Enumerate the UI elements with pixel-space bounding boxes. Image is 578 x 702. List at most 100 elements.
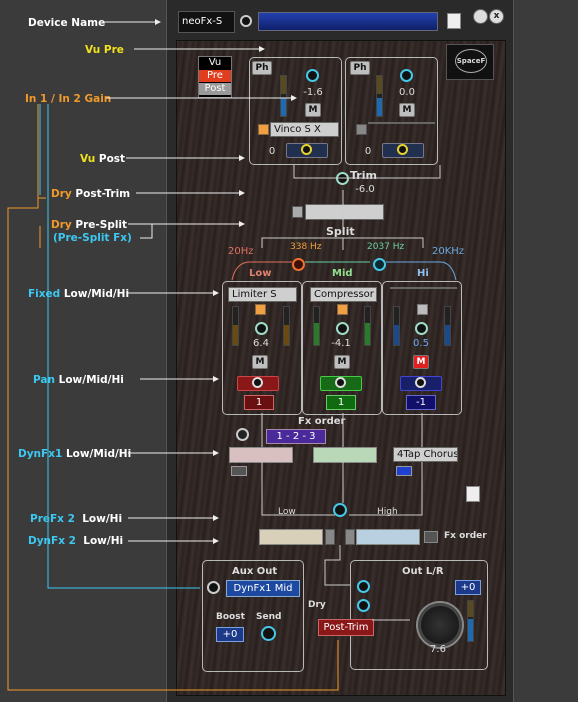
in2-mute-button[interactable]: M [399, 103, 415, 117]
in2-val: 0 [364, 146, 372, 157]
split-freq1-knob[interactable] [292, 258, 305, 271]
out-dry-post-knob[interactable] [357, 580, 370, 593]
minimize-icon[interactable] [473, 9, 488, 24]
dynfx1-low-slot[interactable] [229, 447, 293, 463]
dynfx1-low-toggle[interactable] [231, 466, 247, 476]
split-low-limit: 20Hz [228, 246, 254, 257]
in1-phase-button[interactable]: Ph [252, 61, 272, 75]
fx-order-2-label: Fx order [444, 531, 487, 541]
out-level-value: 7.6 [430, 644, 446, 655]
in1-fx-slot[interactable]: Vinco S X [270, 122, 339, 137]
notes-icon[interactable] [447, 13, 461, 29]
band-low-meter-l [232, 306, 239, 346]
aux-send-label: Send [256, 612, 282, 622]
band-hi-mute[interactable]: M [413, 355, 429, 369]
band-hi-pan-slider[interactable] [400, 376, 442, 391]
in2-gain-knob[interactable] [400, 69, 413, 82]
dynfx1-hi-toggle[interactable] [396, 466, 412, 476]
presplit-fx-toggle[interactable] [292, 206, 303, 218]
vu-label: Vu [208, 57, 222, 68]
band-mid-knob[interactable] [336, 322, 349, 335]
notes-icon-2[interactable] [466, 486, 480, 502]
band-mid-pan-slider[interactable] [320, 376, 362, 391]
in1-trim-slider[interactable] [286, 143, 328, 158]
out-boost-value[interactable]: +0 [455, 580, 481, 595]
band-low-pan-slider[interactable] [237, 376, 279, 391]
display-bar [258, 12, 438, 31]
aux-boost-label: Boost [216, 612, 245, 622]
dynfx1-mid-slot[interactable] [313, 447, 377, 463]
browse-knob-icon[interactable] [240, 15, 252, 27]
out-level-knob[interactable] [418, 603, 462, 647]
band-mid-mute[interactable]: M [334, 355, 350, 369]
in2-fx-slot[interactable] [368, 122, 435, 124]
aux-source-select[interactable]: DynFx1 Mid [226, 580, 300, 597]
band-low-meter-r [283, 306, 290, 346]
out-dry-pre-knob[interactable] [357, 599, 370, 612]
fx-order-label: Fx order [298, 416, 346, 427]
band-low-fx[interactable]: Limiter S [228, 287, 297, 302]
trim-knob[interactable] [336, 172, 349, 185]
fx-order-select[interactable]: 1 - 2 - 3 [266, 429, 326, 444]
device-name-field[interactable]: neoFx-S [178, 11, 235, 33]
band-mid-label: Mid [332, 268, 353, 279]
annot-in-gain: In 1 / In 2 Gain [25, 93, 112, 105]
band-hi-fx[interactable] [390, 287, 457, 289]
trim-label: Trim [350, 169, 377, 182]
in2-fx-toggle[interactable] [356, 124, 367, 135]
band-hi-pan-value[interactable]: -1 [406, 395, 436, 410]
vu-selector[interactable]: Vu Pre Post [198, 56, 232, 98]
band-low-knob[interactable] [255, 322, 268, 335]
aux-send-knob[interactable] [261, 626, 276, 641]
in2-phase-button[interactable]: Ph [350, 61, 370, 75]
logo: SpaceF [446, 44, 494, 80]
in1-gain-value: -1.6 [303, 87, 323, 98]
band-mid-meter-r [364, 306, 371, 346]
annot-pre-split-fx: (Pre-Split Fx) [53, 232, 132, 244]
split-freq2-knob[interactable] [373, 258, 386, 271]
fx-order-knob[interactable] [236, 428, 249, 441]
band-mid-toggle[interactable] [337, 304, 348, 315]
band-low-label: Low [249, 268, 272, 279]
dynfx2-low-toggle[interactable] [325, 529, 335, 545]
split-freq1: 338 Hz [290, 242, 322, 252]
prefx2-low-label: Low [278, 507, 296, 517]
band-low-pan-value[interactable]: 1 [244, 395, 274, 410]
dynfx2-high-slot[interactable] [356, 529, 420, 545]
vu-post-option[interactable]: Post [199, 83, 231, 95]
annot-prefx2: PreFx 2 Low/Hi [30, 513, 123, 525]
annot-device-name: Device Name [28, 17, 106, 29]
in1-mute-button[interactable]: M [305, 103, 321, 117]
annot-vu-post: Vu Post [80, 153, 126, 165]
band-low-mute[interactable]: M [252, 355, 268, 369]
trim-value: -6.0 [355, 184, 375, 195]
annot-fixed: Fixed Low/Mid/Hi [28, 288, 130, 300]
band-hi-value: 0.5 [413, 338, 429, 349]
band-mid-meter-l [313, 306, 320, 346]
dynfx2-high-toggle[interactable] [345, 529, 355, 545]
annot-dry-post-trim: Dry Post-Trim [51, 188, 131, 200]
aux-source-knob[interactable] [207, 581, 220, 594]
band-hi-meter-l [393, 306, 400, 346]
prefx2-high-label: High [377, 507, 398, 517]
out-post-trim-button[interactable]: Post-Trim [318, 619, 374, 636]
in1-gain-knob[interactable] [306, 69, 319, 82]
presplit-fx-slot[interactable] [305, 204, 384, 220]
in1-fx-toggle[interactable] [258, 124, 269, 135]
band-hi-knob[interactable] [415, 322, 428, 335]
band-mid-fx[interactable]: Compressor [310, 287, 377, 302]
band-mid-value: -4.1 [331, 338, 351, 349]
vu-pre-option[interactable]: Pre [199, 70, 231, 82]
band-low-value: 6.4 [253, 338, 269, 349]
annot-vu-pre: Vu Pre [85, 44, 124, 56]
aux-boost-value[interactable]: +0 [216, 627, 244, 642]
dynfx1-hi-slot[interactable]: 4Tap Chorus [393, 447, 458, 462]
close-icon[interactable]: x [489, 9, 504, 24]
band-hi-toggle[interactable] [417, 304, 428, 315]
band-low-toggle[interactable] [255, 304, 266, 315]
band-mid-pan-value[interactable]: 1 [326, 395, 356, 410]
fx-order-2-toggle[interactable] [424, 531, 438, 543]
prefx2-crossfade-knob[interactable] [333, 503, 347, 517]
dynfx2-low-slot[interactable] [259, 529, 323, 545]
in2-trim-slider[interactable] [382, 143, 424, 158]
